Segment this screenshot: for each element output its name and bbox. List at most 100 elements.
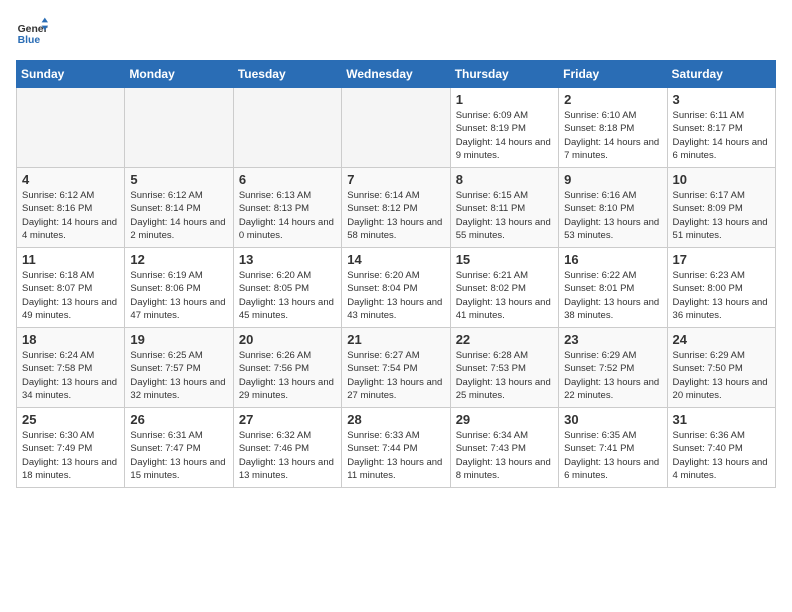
day-number: 4 — [22, 172, 119, 187]
day-number: 1 — [456, 92, 553, 107]
calendar-week-1: 1 Sunrise: 6:09 AMSunset: 8:19 PMDaylight… — [17, 88, 776, 168]
calendar-cell: 2 Sunrise: 6:10 AMSunset: 8:18 PMDaylight… — [559, 88, 667, 168]
calendar-week-3: 11 Sunrise: 6:18 AMSunset: 8:07 PMDayligh… — [17, 248, 776, 328]
day-number: 13 — [239, 252, 336, 267]
calendar-cell: 1 Sunrise: 6:09 AMSunset: 8:19 PMDaylight… — [450, 88, 558, 168]
svg-text:Blue: Blue — [18, 35, 41, 46]
calendar-cell: 19 Sunrise: 6:25 AMSunset: 7:57 PMDayligh… — [125, 328, 233, 408]
day-info: Sunrise: 6:25 AMSunset: 7:57 PMDaylight:… — [130, 349, 227, 402]
day-number: 30 — [564, 412, 661, 427]
calendar-cell: 16 Sunrise: 6:22 AMSunset: 8:01 PMDayligh… — [559, 248, 667, 328]
day-info: Sunrise: 6:17 AMSunset: 8:09 PMDaylight:… — [673, 189, 770, 242]
day-info: Sunrise: 6:24 AMSunset: 7:58 PMDaylight:… — [22, 349, 119, 402]
day-number: 22 — [456, 332, 553, 347]
weekday-header-row: SundayMondayTuesdayWednesdayThursdayFrid… — [17, 61, 776, 88]
calendar-cell: 26 Sunrise: 6:31 AMSunset: 7:47 PMDayligh… — [125, 408, 233, 488]
day-number: 11 — [22, 252, 119, 267]
calendar-cell: 20Sunrise: 6:26 AMSunset: 7:56 PMDayligh… — [233, 328, 341, 408]
day-number: 23 — [564, 332, 661, 347]
calendar-cell: 21 Sunrise: 6:27 AMSunset: 7:54 PMDayligh… — [342, 328, 450, 408]
calendar-cell — [125, 88, 233, 168]
calendar-cell: 25 Sunrise: 6:30 AMSunset: 7:49 PMDayligh… — [17, 408, 125, 488]
day-info: Sunrise: 6:09 AMSunset: 8:19 PMDaylight:… — [456, 109, 553, 162]
weekday-saturday: Saturday — [667, 61, 775, 88]
day-number: 3 — [673, 92, 770, 107]
calendar-cell — [233, 88, 341, 168]
day-number: 8 — [456, 172, 553, 187]
calendar-cell: 28Sunrise: 6:33 AMSunset: 7:44 PMDayligh… — [342, 408, 450, 488]
day-info: Sunrise: 6:19 AMSunset: 8:06 PMDaylight:… — [130, 269, 227, 322]
calendar-week-5: 25 Sunrise: 6:30 AMSunset: 7:49 PMDayligh… — [17, 408, 776, 488]
calendar-cell — [17, 88, 125, 168]
day-number: 31 — [673, 412, 770, 427]
day-info: Sunrise: 6:21 AMSunset: 8:02 PMDaylight:… — [456, 269, 553, 322]
calendar-cell: 9Sunrise: 6:16 AMSunset: 8:10 PMDaylight… — [559, 168, 667, 248]
day-info: Sunrise: 6:14 AMSunset: 8:12 PMDaylight:… — [347, 189, 444, 242]
weekday-wednesday: Wednesday — [342, 61, 450, 88]
calendar-week-4: 18 Sunrise: 6:24 AMSunset: 7:58 PMDayligh… — [17, 328, 776, 408]
calendar-cell: 17 Sunrise: 6:23 AMSunset: 8:00 PMDayligh… — [667, 248, 775, 328]
day-info: Sunrise: 6:18 AMSunset: 8:07 PMDaylight:… — [22, 269, 119, 322]
day-info: Sunrise: 6:10 AMSunset: 8:18 PMDaylight:… — [564, 109, 661, 162]
day-number: 7 — [347, 172, 444, 187]
weekday-monday: Monday — [125, 61, 233, 88]
calendar-cell: 5 Sunrise: 6:12 AMSunset: 8:14 PMDaylight… — [125, 168, 233, 248]
day-number: 15 — [456, 252, 553, 267]
day-number: 2 — [564, 92, 661, 107]
calendar-cell: 30 Sunrise: 6:35 AMSunset: 7:41 PMDayligh… — [559, 408, 667, 488]
day-info: Sunrise: 6:28 AMSunset: 7:53 PMDaylight:… — [456, 349, 553, 402]
calendar-cell: 18 Sunrise: 6:24 AMSunset: 7:58 PMDayligh… — [17, 328, 125, 408]
day-info: Sunrise: 6:13 AMSunset: 8:13 PMDaylight:… — [239, 189, 336, 242]
logo-icon: General Blue — [16, 16, 48, 48]
day-info: Sunrise: 6:12 AMSunset: 8:14 PMDaylight:… — [130, 189, 227, 242]
day-number: 27 — [239, 412, 336, 427]
calendar-cell: 12 Sunrise: 6:19 AMSunset: 8:06 PMDayligh… — [125, 248, 233, 328]
day-info: Sunrise: 6:20 AMSunset: 8:04 PMDaylight:… — [347, 269, 444, 322]
day-info: Sunrise: 6:29 AMSunset: 7:52 PMDaylight:… — [564, 349, 661, 402]
calendar-cell: 15 Sunrise: 6:21 AMSunset: 8:02 PMDayligh… — [450, 248, 558, 328]
day-number: 21 — [347, 332, 444, 347]
day-info: Sunrise: 6:20 AMSunset: 8:05 PMDaylight:… — [239, 269, 336, 322]
day-info: Sunrise: 6:29 AMSunset: 7:50 PMDaylight:… — [673, 349, 770, 402]
day-number: 19 — [130, 332, 227, 347]
day-number: 5 — [130, 172, 227, 187]
calendar-cell: 11 Sunrise: 6:18 AMSunset: 8:07 PMDayligh… — [17, 248, 125, 328]
day-number: 18 — [22, 332, 119, 347]
calendar-cell: 29Sunrise: 6:34 AMSunset: 7:43 PMDayligh… — [450, 408, 558, 488]
day-info: Sunrise: 6:22 AMSunset: 8:01 PMDaylight:… — [564, 269, 661, 322]
day-info: Sunrise: 6:36 AMSunset: 7:40 PMDaylight:… — [673, 429, 770, 482]
calendar-cell — [342, 88, 450, 168]
calendar-cell: 3 Sunrise: 6:11 AMSunset: 8:17 PMDaylight… — [667, 88, 775, 168]
weekday-tuesday: Tuesday — [233, 61, 341, 88]
day-info: Sunrise: 6:11 AMSunset: 8:17 PMDaylight:… — [673, 109, 770, 162]
calendar-cell: 13 Sunrise: 6:20 AMSunset: 8:05 PMDayligh… — [233, 248, 341, 328]
calendar-cell: 27Sunrise: 6:32 AMSunset: 7:46 PMDayligh… — [233, 408, 341, 488]
calendar-cell: 10 Sunrise: 6:17 AMSunset: 8:09 PMDayligh… — [667, 168, 775, 248]
calendar-cell: 7 Sunrise: 6:14 AMSunset: 8:12 PMDaylight… — [342, 168, 450, 248]
day-number: 28 — [347, 412, 444, 427]
day-info: Sunrise: 6:31 AMSunset: 7:47 PMDaylight:… — [130, 429, 227, 482]
day-info: Sunrise: 6:30 AMSunset: 7:49 PMDaylight:… — [22, 429, 119, 482]
calendar-cell: 24 Sunrise: 6:29 AMSunset: 7:50 PMDayligh… — [667, 328, 775, 408]
day-number: 12 — [130, 252, 227, 267]
day-info: Sunrise: 6:16 AMSunset: 8:10 PMDaylight:… — [564, 189, 661, 242]
day-number: 25 — [22, 412, 119, 427]
day-number: 6 — [239, 172, 336, 187]
weekday-sunday: Sunday — [17, 61, 125, 88]
calendar-cell: 31 Sunrise: 6:36 AMSunset: 7:40 PMDayligh… — [667, 408, 775, 488]
day-number: 24 — [673, 332, 770, 347]
calendar-cell: 8Sunrise: 6:15 AMSunset: 8:11 PMDaylight… — [450, 168, 558, 248]
day-number: 14 — [347, 252, 444, 267]
day-number: 20 — [239, 332, 336, 347]
logo: General Blue — [16, 16, 48, 48]
calendar-cell: 22 Sunrise: 6:28 AMSunset: 7:53 PMDayligh… — [450, 328, 558, 408]
day-info: Sunrise: 6:35 AMSunset: 7:41 PMDaylight:… — [564, 429, 661, 482]
day-info: Sunrise: 6:27 AMSunset: 7:54 PMDaylight:… — [347, 349, 444, 402]
calendar-cell: 14 Sunrise: 6:20 AMSunset: 8:04 PMDayligh… — [342, 248, 450, 328]
day-number: 16 — [564, 252, 661, 267]
calendar-table: SundayMondayTuesdayWednesdayThursdayFrid… — [16, 60, 776, 488]
day-number: 10 — [673, 172, 770, 187]
day-info: Sunrise: 6:23 AMSunset: 8:00 PMDaylight:… — [673, 269, 770, 322]
day-number: 26 — [130, 412, 227, 427]
day-number: 17 — [673, 252, 770, 267]
